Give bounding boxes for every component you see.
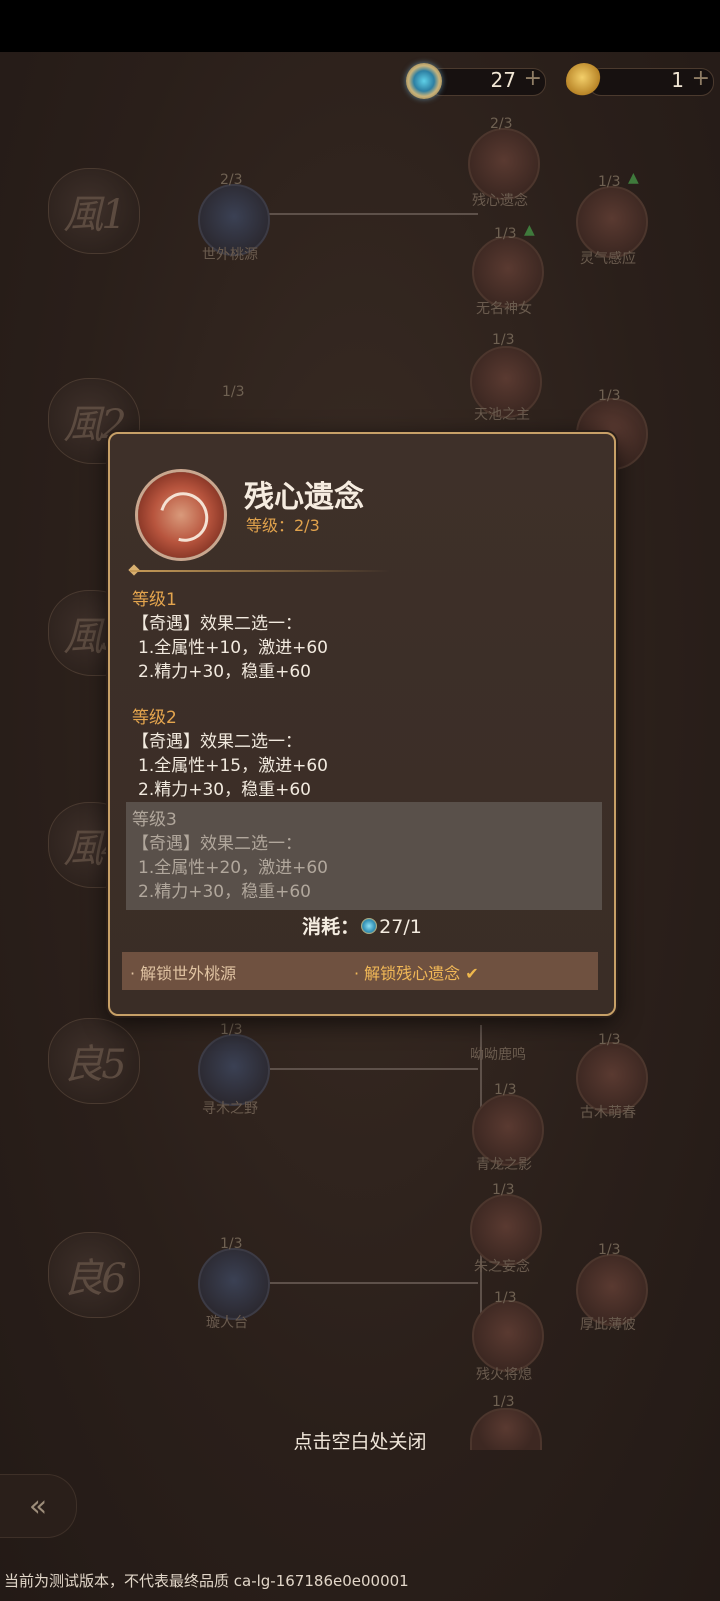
add-gem-button[interactable]: + bbox=[524, 66, 542, 91]
tree-node[interactable] bbox=[198, 1248, 270, 1320]
node-count: 1/3 bbox=[220, 1236, 243, 1252]
gem-count: 27 bbox=[490, 68, 516, 92]
node-name: 世外桃源 bbox=[202, 247, 258, 263]
separator-line bbox=[130, 570, 390, 572]
level-line: 2.精力+30，稳重+60 bbox=[138, 662, 311, 682]
gem-icon bbox=[361, 918, 378, 934]
close-hint[interactable]: 点击空白处关闭 bbox=[0, 1427, 720, 1454]
node-count: 2/3 bbox=[490, 116, 513, 132]
node-name: 璇人台 bbox=[206, 1315, 248, 1331]
cost-row: 消耗： 27/1 bbox=[110, 912, 614, 939]
node-name: 青龙之影 bbox=[476, 1157, 532, 1173]
tree-link bbox=[266, 1282, 478, 1284]
upgrade-arrow-icon: ▲ bbox=[524, 222, 535, 238]
tree-link bbox=[480, 1025, 482, 1115]
tree-link bbox=[266, 1068, 478, 1070]
node-name: 厚此薄彼 bbox=[580, 1317, 636, 1333]
stage-badge-5: 良5 bbox=[48, 1018, 140, 1104]
gem-currency: 27 + bbox=[406, 63, 546, 99]
node-count: 1/3 bbox=[494, 1290, 517, 1306]
node-count: 1/3 bbox=[492, 1182, 515, 1198]
tree-node[interactable] bbox=[198, 1034, 270, 1106]
level-line: 1.全属性+10，激进+60 bbox=[138, 638, 328, 658]
node-name: 古木萌春 bbox=[580, 1105, 636, 1121]
back-double-chevron-icon: « bbox=[28, 1488, 48, 1524]
trophy-count: 1 bbox=[671, 68, 684, 92]
level-header: 等级3 bbox=[132, 810, 177, 830]
stage-badge-6: 良6 bbox=[48, 1232, 140, 1318]
modal-level: 等级：2/3 bbox=[246, 516, 320, 535]
level-line: 1.全属性+15，激进+60 bbox=[138, 756, 328, 776]
level-2-block: 等级2 【奇遇】效果二选一： 1.全属性+15，激进+60 2.精力+30，稳重… bbox=[132, 706, 328, 802]
level-line: 【奇遇】效果二选一： bbox=[132, 834, 302, 854]
unlock-condition-2-text: · 解锁残心遗念 bbox=[354, 964, 461, 983]
level-line: 2.精力+30，稳重+60 bbox=[138, 882, 311, 902]
upgrade-arrow-icon: ▲ bbox=[628, 170, 639, 186]
cost-value: 27/1 bbox=[379, 916, 422, 938]
level-line: 2.精力+30，稳重+60 bbox=[138, 780, 311, 800]
level-line: 1.全属性+20，激进+60 bbox=[138, 858, 328, 878]
talent-emblem-icon bbox=[138, 472, 224, 558]
node-name: 残火将熄 bbox=[476, 1367, 532, 1383]
level-header: 等级1 bbox=[132, 590, 177, 610]
talent-detail-modal: 残心遗念 等级：2/3 等级1 【奇遇】效果二选一： 1.全属性+10，激进+6… bbox=[108, 432, 616, 1016]
cost-label: 消耗： bbox=[302, 916, 360, 938]
level-3-block: 等级3 【奇遇】效果二选一： 1.全属性+20，激进+60 2.精力+30，稳重… bbox=[126, 802, 602, 910]
node-name: 无名神女 bbox=[476, 301, 532, 317]
add-trophy-button[interactable]: + bbox=[692, 66, 710, 91]
checkmark-icon: ✔ bbox=[465, 964, 479, 983]
node-count: 1/3 bbox=[598, 388, 621, 404]
trophy-icon bbox=[566, 63, 602, 99]
node-name: 朱之妄念 bbox=[474, 1259, 530, 1275]
gem-icon bbox=[406, 63, 442, 99]
unlock-conditions: · 解锁世外桃源 · 解锁残心遗念 ✔ bbox=[122, 952, 598, 990]
node-name: 呦呦鹿鸣 bbox=[470, 1047, 526, 1063]
tree-node[interactable] bbox=[472, 1300, 544, 1372]
node-name: 灵气感应 bbox=[580, 251, 636, 267]
unlock-condition-2: · 解锁残心遗念 ✔ bbox=[354, 960, 479, 984]
node-name: 寻木之野 bbox=[202, 1101, 258, 1117]
node-count: 1/3 bbox=[598, 1032, 621, 1048]
level-line: 【奇遇】效果二选一： bbox=[132, 614, 302, 634]
version-watermark: 当前为测试版本，不代表最终品质 ca-lg-167186e0e00001 bbox=[4, 1572, 409, 1590]
node-count: 1/3 bbox=[598, 1242, 621, 1258]
node-count: 1/3 bbox=[222, 384, 245, 400]
node-count: 1/3 bbox=[598, 174, 621, 190]
modal-title: 残心遗念 bbox=[244, 480, 364, 515]
node-count: 1/3 bbox=[494, 226, 517, 242]
node-name: 残心遗念 bbox=[472, 193, 528, 209]
node-count: 2/3 bbox=[220, 172, 243, 188]
trophy-currency: 1 + bbox=[566, 63, 714, 99]
stage-badge-1: 風1 bbox=[48, 168, 140, 254]
status-bar bbox=[0, 0, 720, 52]
level-header: 等级2 bbox=[132, 708, 177, 728]
level-line: 【奇遇】效果二选一： bbox=[132, 732, 302, 752]
node-count: 1/3 bbox=[492, 332, 515, 348]
tree-link bbox=[266, 213, 478, 215]
back-button[interactable]: « bbox=[0, 1474, 77, 1538]
node-count: 1/3 bbox=[492, 1394, 515, 1410]
unlock-condition-1: · 解锁世外桃源 bbox=[130, 964, 237, 983]
node-name: 天池之主 bbox=[474, 407, 530, 423]
node-count: 1/3 bbox=[220, 1022, 243, 1038]
node-count: 1/3 bbox=[494, 1082, 517, 1098]
level-1-block: 等级1 【奇遇】效果二选一： 1.全属性+10，激进+60 2.精力+30，稳重… bbox=[132, 588, 328, 684]
